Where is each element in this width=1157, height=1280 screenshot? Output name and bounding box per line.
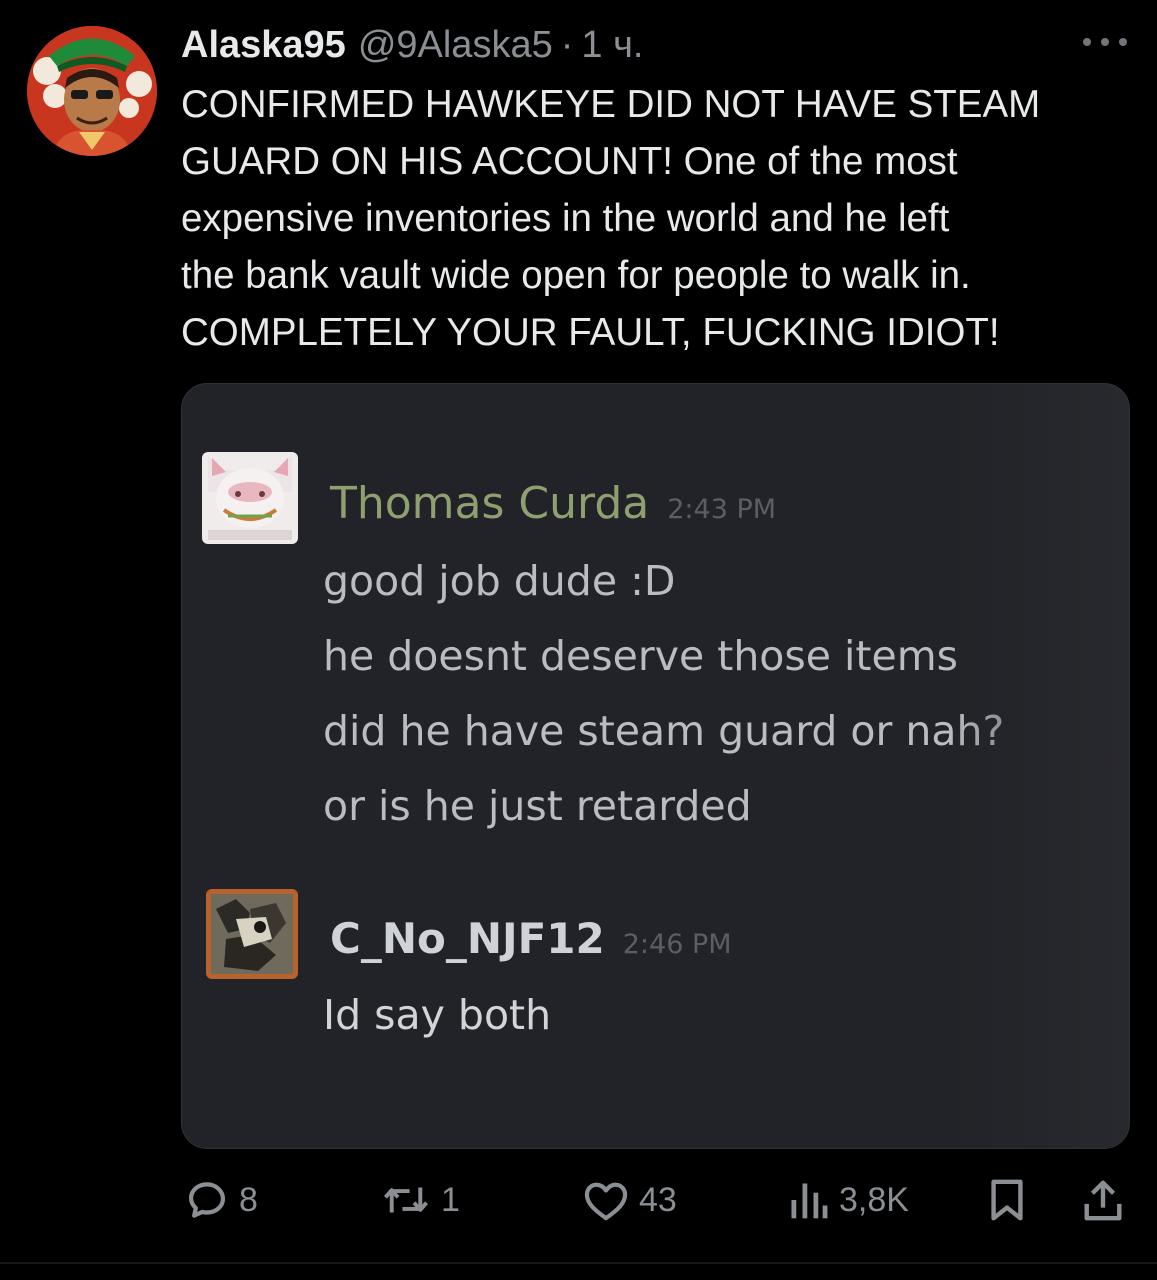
repost-arrows-icon: [383, 1187, 429, 1213]
post-time[interactable]: 1 ч.: [581, 24, 643, 67]
tweet-header: Alaska95 @9Alaska5 · 1 ч.: [181, 24, 643, 66]
chat-line: good job dude :D: [323, 557, 676, 605]
chat-message-header: C_No_NJF12 2:46 PM: [330, 914, 732, 963]
user-avatar[interactable]: [27, 26, 157, 156]
divider: [0, 1262, 1157, 1264]
chat-message-body: Id say both: [323, 978, 551, 1053]
views-button[interactable]: 3,8K: [787, 1172, 909, 1228]
reply-button[interactable]: 8: [185, 1172, 258, 1228]
tweet-text-line: COMPLETELY YOUR FAULT, FUCKING IDIOT!: [181, 311, 1000, 354]
reply-bubble-icon: [188, 1182, 226, 1218]
tweet-text-line: expensive inventories in the world and h…: [181, 197, 950, 240]
tweet-text: CONFIRMED HAWKEYE DID NOT HAVE STEAM GUA…: [181, 76, 1131, 361]
display-name[interactable]: Alaska95: [181, 24, 346, 67]
like-button[interactable]: 43: [583, 1172, 677, 1228]
chat-author-name: C_No_NJF12: [330, 914, 605, 963]
attached-image[interactable]: Thomas Curda 2:43 PM good job dude :D he…: [181, 383, 1130, 1149]
bookmark-icon: [991, 1179, 1023, 1221]
tweet-text-line: CONFIRMED HAWKEYE DID NOT HAVE STEAM: [181, 83, 1041, 126]
chat-author-name: Thomas Curda: [330, 478, 650, 529]
chat-message-body: good job dude :D he doesnt deserve those…: [323, 544, 1004, 844]
chat-timestamp: 2:46 PM: [622, 929, 732, 960]
views-bars-icon: [791, 1183, 828, 1219]
chat-line: he doesnt deserve those items: [323, 632, 958, 680]
chat-message-header: Thomas Curda 2:43 PM: [330, 478, 776, 529]
chat-line: Id say both: [323, 991, 552, 1039]
like-count: 43: [639, 1180, 677, 1219]
chat-timestamp: 2:43 PM: [667, 494, 777, 525]
repost-count: 1: [441, 1180, 460, 1219]
tweet-actions: 8 1 43 3,8K: [181, 1172, 1131, 1228]
views-count: 3,8K: [839, 1180, 909, 1219]
reply-count: 8: [239, 1180, 258, 1219]
tweet-text-line: GUARD ON HIS ACCOUNT! One of the most: [181, 140, 958, 183]
repost-button[interactable]: 1: [381, 1172, 460, 1228]
user-handle[interactable]: @9Alaska5: [358, 24, 553, 67]
chat-avatar-thomas: [202, 452, 298, 544]
bookmark-button[interactable]: [987, 1172, 1027, 1228]
chat-avatar-cno: [206, 889, 298, 979]
chat-line: did he have steam guard or nah?: [323, 707, 1005, 755]
avatar-image: [27, 26, 157, 156]
chat-line: or is he just retarded: [323, 782, 752, 830]
tweet: Alaska95 @9Alaska5 · 1 ч. CONFIRMED HAWK…: [0, 0, 1157, 1280]
heart-icon: [584, 1182, 628, 1221]
share-button[interactable]: [1081, 1172, 1125, 1228]
share-upload-icon: [1084, 1180, 1122, 1221]
more-dots-icon[interactable]: [1083, 30, 1127, 54]
tweet-text-line: the bank vault wide open for people to w…: [181, 254, 971, 297]
separator-dot: ·: [560, 23, 574, 66]
